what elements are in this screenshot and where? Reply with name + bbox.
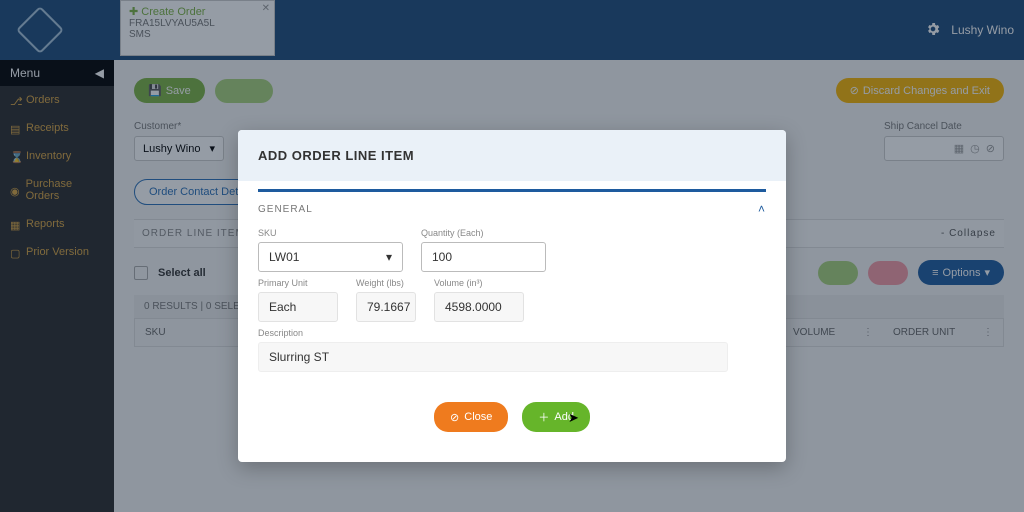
close-label: Close — [464, 411, 492, 423]
general-label: GENERAL — [258, 204, 313, 215]
chevron-down-icon: ▾ — [386, 250, 392, 264]
sku-value: LW01 — [269, 250, 299, 264]
weight-value: 79.1667 — [356, 292, 416, 322]
qty-label: Quantity (Each) — [421, 228, 546, 238]
weight-label: Weight (lbs) — [356, 278, 416, 288]
add-line-item-modal: ADD ORDER LINE ITEM GENERAL ˄ SKU LW01▾ … — [238, 130, 786, 462]
chevron-up-icon: ˄ — [758, 202, 766, 216]
cancel-icon: ⊘ — [450, 411, 459, 424]
description-input[interactable]: Slurring ST — [258, 342, 728, 372]
mouse-cursor-icon: ➤ — [568, 410, 579, 426]
sku-select[interactable]: LW01 ▾ — [258, 242, 403, 272]
add-button[interactable]: ＋Add — [522, 402, 590, 432]
close-button[interactable]: ⊘ Close — [434, 402, 508, 432]
plus-icon: ＋ — [538, 409, 549, 425]
primary-unit-value: Each — [258, 292, 338, 322]
qty-input[interactable]: 100 — [421, 242, 546, 272]
volume-value: 4598.0000 — [434, 292, 524, 322]
description-label: Description — [258, 328, 766, 338]
primary-unit-label: Primary Unit — [258, 278, 338, 288]
general-section-header[interactable]: GENERAL ˄ — [258, 192, 766, 222]
modal-overlay: ADD ORDER LINE ITEM GENERAL ˄ SKU LW01▾ … — [0, 0, 1024, 512]
sku-label: SKU — [258, 228, 403, 238]
modal-title: ADD ORDER LINE ITEM — [238, 130, 786, 181]
modal-footer: ⊘ Close ＋Add — [258, 402, 766, 442]
volume-label: Volume (in³) — [434, 278, 524, 288]
